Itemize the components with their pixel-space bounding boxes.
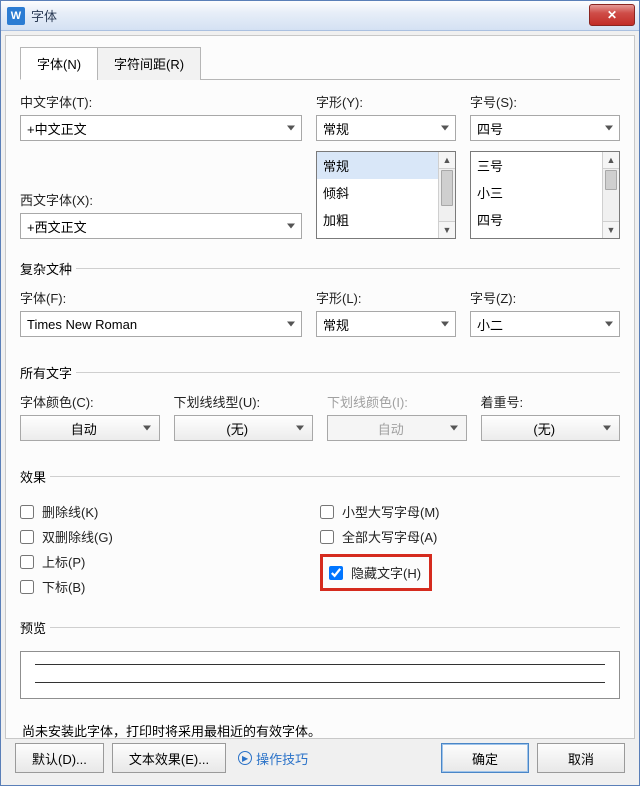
group-alltext: 所有文字 字体颜色(C): 自动 下划线线型(U): (无) 下划线颜色(I): [20,363,620,451]
size-listbox[interactable]: 三号 小三 四号 ▲ ▼ [470,151,620,239]
complex-style-combo[interactable]: 常规 [316,311,456,337]
row-westfont: 西文字体(X): +西文正文 常规 倾斜 加粗 ▲ ▼ [20,151,620,239]
chk-strike[interactable]: 删除线(K) [20,502,320,521]
cnfont-value: +中文正文 [27,119,87,138]
client-area: 字体(N) 字符间距(R) 中文字体(T): +中文正文 字形(Y): 常规 字 [5,35,635,739]
complex-size-combo[interactable]: 小二 [470,311,620,337]
size-combo[interactable]: 四号 [470,115,620,141]
size-label: 字号(S): [470,92,620,111]
chevron-down-icon[interactable]: ▼ [439,221,455,238]
tips-link[interactable]: ▶ 操作技巧 [238,749,308,768]
ok-button[interactable]: 确定 [441,743,529,773]
hidden-highlight: 隐藏文字(H) [320,554,432,591]
tab-font[interactable]: 字体(N) [20,47,98,80]
close-icon: ✕ [607,8,617,22]
list-item[interactable]: 倾斜 [317,179,455,206]
chevron-up-icon[interactable]: ▲ [439,152,455,169]
row-cnfont: 中文字体(T): +中文正文 字形(Y): 常规 字号(S): 四号 [20,92,620,141]
scrollbar[interactable]: ▲ ▼ [602,152,619,238]
scrollbar-thumb[interactable] [441,170,453,206]
chk-allcaps[interactable]: 全部大写字母(A) [320,527,620,546]
style-label: 字形(Y): [316,92,456,111]
chevron-down-icon[interactable]: ▼ [603,221,619,238]
list-item[interactable]: 加粗 [317,206,455,233]
westfont-combo[interactable]: +西文正文 [20,213,302,239]
chk-hidden-box[interactable] [329,566,343,580]
cnfont-combo[interactable]: +中文正文 [20,115,302,141]
list-item[interactable]: 小三 [471,179,619,206]
font-dialog: W 字体 ✕ 字体(N) 字符间距(R) 中文字体(T): +中文正文 字形(Y… [0,0,640,786]
complex-font-combo[interactable]: Times New Roman [20,311,302,337]
style-listbox[interactable]: 常规 倾斜 加粗 ▲ ▼ [316,151,456,239]
list-item[interactable]: 四号 [471,206,619,233]
group-effects: 效果 删除线(K) 双删除线(G) 上标(P) [20,467,620,602]
underline-color-label: 下划线颜色(I): [327,392,467,411]
chk-superscript-box[interactable] [20,555,34,569]
font-install-info: 尚未安装此字体，打印时将采用最相近的有效字体。 [22,721,618,739]
emphasis-dropdown[interactable]: (无) [481,415,621,441]
text-effect-button[interactable]: 文本效果(E)... [112,743,226,773]
chk-dblstrike-box[interactable] [20,530,34,544]
play-icon: ▶ [238,751,252,765]
chk-smallcaps-box[interactable] [320,505,334,519]
dialog-footer: 默认(D)... 文本效果(E)... ▶ 操作技巧 确定 取消 [1,743,639,785]
color-label: 字体颜色(C): [20,392,160,411]
list-item[interactable]: 三号 [471,152,619,179]
default-button[interactable]: 默认(D)... [15,743,104,773]
westfont-label: 西文字体(X): [20,190,302,209]
window-title: 字体 [31,6,57,25]
underline-color-dropdown: 自动 [327,415,467,441]
chk-hidden[interactable]: 隐藏文字(H) [329,563,421,582]
chevron-up-icon[interactable]: ▲ [603,152,619,169]
chk-subscript-box[interactable] [20,580,34,594]
style-value: 常规 [323,119,349,138]
cnfont-label: 中文字体(T): [20,92,302,111]
underline-label: 下划线线型(U): [174,392,314,411]
group-preview: 预览 [20,618,620,699]
color-dropdown[interactable]: 自动 [20,415,160,441]
complex-style-label: 字形(L): [316,288,456,307]
alltext-legend: 所有文字 [16,363,76,382]
chk-dblstrike[interactable]: 双删除线(G) [20,527,320,546]
scrollbar[interactable]: ▲ ▼ [438,152,455,238]
chk-subscript[interactable]: 下标(B) [20,577,320,596]
effects-legend: 效果 [16,467,50,486]
app-icon: W [7,7,25,25]
chk-superscript[interactable]: 上标(P) [20,552,320,571]
group-complex: 复杂文种 字体(F): Times New Roman 字形(L): 常规 字号… [20,259,620,347]
preview-box [20,651,620,699]
list-item[interactable]: 常规 [317,152,455,179]
cancel-button[interactable]: 取消 [537,743,625,773]
complex-legend: 复杂文种 [16,259,76,278]
chk-strike-box[interactable] [20,505,34,519]
size-value: 四号 [477,119,503,138]
tab-strip: 字体(N) 字符间距(R) [20,46,620,80]
scrollbar-thumb[interactable] [605,170,617,190]
close-button[interactable]: ✕ [589,4,635,26]
complex-size-label: 字号(Z): [470,288,620,307]
emphasis-label: 着重号: [481,392,621,411]
style-combo[interactable]: 常规 [316,115,456,141]
westfont-value: +西文正文 [27,217,87,236]
complex-font-label: 字体(F): [20,288,302,307]
preview-legend: 预览 [16,618,50,637]
titlebar: W 字体 ✕ [1,1,639,31]
underline-dropdown[interactable]: (无) [174,415,314,441]
chk-allcaps-box[interactable] [320,530,334,544]
tab-char-spacing[interactable]: 字符间距(R) [97,47,201,80]
chk-smallcaps[interactable]: 小型大写字母(M) [320,502,620,521]
